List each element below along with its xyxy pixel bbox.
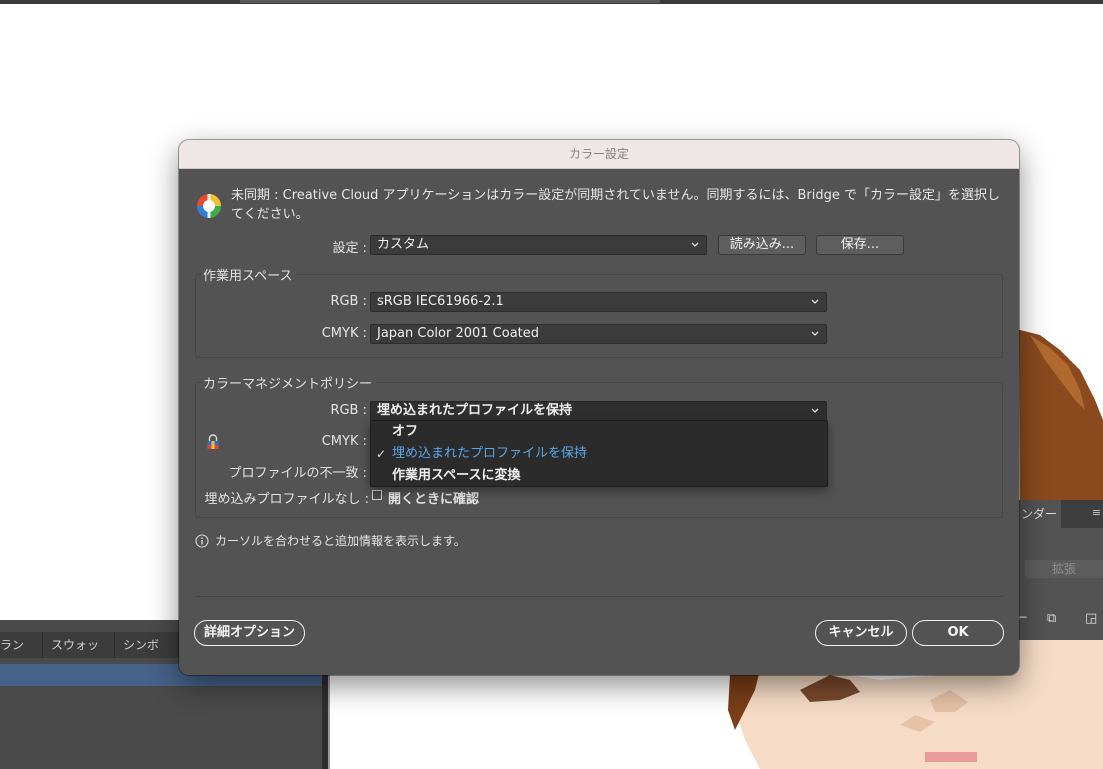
ask-when-opening-label[interactable]: 開くときに確認 bbox=[388, 488, 479, 507]
arrange-icon[interactable]: ◲ bbox=[1085, 612, 1099, 626]
policy-rgb-value: 埋め込まれたプロファイルを保持 bbox=[377, 403, 573, 418]
dropdown-option-off[interactable]: オフ bbox=[371, 421, 827, 443]
policy-cmyk-label: CMYK : bbox=[321, 434, 367, 449]
sync-message: 未同期 : Creative Cloud アプリケーションはカラー設定が同期され… bbox=[231, 188, 1001, 222]
right-panel-icons: ⌐ ⧉ ◲ bbox=[1017, 612, 1103, 630]
footer-divider bbox=[195, 596, 1003, 597]
ok-button[interactable]: OK bbox=[912, 620, 1004, 646]
option-label: オフ bbox=[392, 424, 419, 439]
working-cmyk-select[interactable]: Japan Color 2001 Coated bbox=[370, 324, 827, 344]
tab-swatches[interactable]: スウォッチ bbox=[43, 632, 115, 678]
info-text: カーソルを合わせると追加情報を表示します。 bbox=[215, 534, 466, 548]
ask-when-opening-checkbox[interactable] bbox=[372, 490, 382, 500]
checkmark-icon: ✓ bbox=[376, 447, 387, 461]
app-top-strip bbox=[0, 0, 1103, 4]
info-icon bbox=[195, 534, 209, 548]
chevron-down-icon bbox=[811, 299, 819, 304]
right-panel-tab[interactable]: ンダー bbox=[1017, 500, 1061, 528]
chevron-down-icon bbox=[691, 242, 699, 247]
dialog-title: カラー設定 bbox=[568, 147, 629, 161]
save-button[interactable]: 保存... bbox=[816, 235, 904, 255]
top-strip-segment bbox=[240, 0, 660, 3]
dropdown-option-preserve[interactable]: ✓ 埋め込まれたプロファイルを保持 bbox=[371, 443, 827, 465]
working-spaces-group bbox=[195, 274, 1003, 358]
tab-balance[interactable]: ランス bbox=[0, 632, 43, 678]
working-cmyk-label: CMYK : bbox=[321, 326, 367, 341]
option-label: 埋め込まれたプロファイルを保持 bbox=[392, 446, 588, 461]
policy-rgb-select[interactable]: 埋め込まれたプロファイルを保持 bbox=[370, 401, 827, 421]
chevron-down-icon bbox=[811, 408, 819, 413]
chevron-down-icon bbox=[811, 331, 819, 336]
right-panel-tabbar: ンダー ≡ bbox=[1017, 500, 1103, 528]
tab-symbols[interactable]: シンボル bbox=[115, 632, 179, 678]
working-spaces-title: 作業用スペース bbox=[203, 265, 297, 284]
settings-select-value: カスタム bbox=[377, 237, 430, 252]
working-rgb-select[interactable]: sRGB IEC61966-2.1 bbox=[370, 292, 827, 312]
sync-status-icon bbox=[197, 194, 221, 218]
policy-rgb-label: RGB : bbox=[330, 403, 367, 418]
profile-mismatch-label: プロファイルの不一致 : bbox=[228, 466, 367, 481]
working-rgb-value: sRGB IEC61966-2.1 bbox=[377, 294, 504, 309]
option-label: 作業用スペースに変換 bbox=[392, 468, 521, 483]
policies-title: カラーマネジメントポリシー bbox=[203, 373, 377, 392]
dialog-titlebar: カラー設定 bbox=[179, 140, 1019, 169]
settings-select[interactable]: カスタム bbox=[370, 235, 707, 255]
advanced-options-button[interactable]: 詳細オプション bbox=[194, 620, 305, 646]
color-settings-dialog: カラー設定 未同期 : Creative Cloud アプリケーションはカラー設… bbox=[179, 140, 1019, 675]
missing-profile-label: 埋め込みプロファイルなし : bbox=[204, 492, 369, 507]
dropdown-option-convert[interactable]: 作業用スペースに変換 bbox=[371, 465, 827, 487]
expand-button[interactable]: 拡張 bbox=[1025, 560, 1103, 578]
working-cmyk-value: Japan Color 2001 Coated bbox=[377, 326, 540, 341]
settings-label: 設定 : bbox=[332, 241, 367, 256]
cancel-button[interactable]: キャンセル bbox=[815, 620, 907, 646]
lock-icon bbox=[207, 434, 219, 449]
duplicate-icon[interactable]: ⧉ bbox=[1047, 612, 1061, 626]
working-rgb-label: RGB : bbox=[330, 294, 367, 309]
rgb-policy-dropdown: オフ ✓ 埋め込まれたプロファイルを保持 作業用スペースに変換 bbox=[370, 420, 828, 487]
bracket-icon[interactable]: ⌐ bbox=[1017, 612, 1031, 626]
right-panel: ンダー ≡ 拡張 ⌐ ⧉ ◲ bbox=[1017, 500, 1103, 640]
panel-menu-icon[interactable]: ≡ bbox=[1092, 506, 1101, 519]
load-button[interactable]: 読み込み... bbox=[718, 235, 806, 255]
